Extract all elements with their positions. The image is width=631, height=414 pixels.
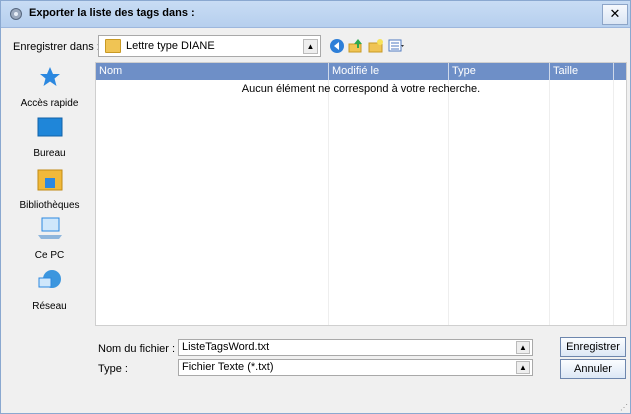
- computer-icon: [37, 217, 62, 239]
- column-divider: [613, 80, 614, 325]
- chevron-down-icon[interactable]: ▲: [303, 39, 318, 54]
- chevron-down-icon[interactable]: ▲: [516, 341, 530, 354]
- column-name-header[interactable]: Nom: [96, 63, 329, 80]
- folder-icon: [105, 39, 121, 53]
- column-header-spacer: [614, 63, 626, 80]
- column-modified-header[interactable]: Modifié le: [329, 63, 449, 80]
- column-size-header[interactable]: Taille: [550, 63, 614, 80]
- save-in-value: Lettre type DIANE: [126, 40, 215, 52]
- gear-icon: [10, 8, 22, 20]
- file-list[interactable]: Nom Modifié le Type Taille Aucun élément…: [95, 62, 627, 326]
- places-bar: Accès rapide Bureau Bibliothèques Ce PC …: [10, 59, 89, 319]
- up-folder-icon[interactable]: [348, 38, 364, 54]
- column-type-header[interactable]: Type: [449, 63, 550, 80]
- desktop-icon: [37, 117, 62, 137]
- filename-input[interactable]: ListeTagsWord.txt ▲: [178, 339, 533, 356]
- place-desktop[interactable]: Bureau: [10, 117, 89, 159]
- title-bar[interactable]: Exporter la liste des tags dans : ✕: [1, 1, 630, 28]
- save-button[interactable]: Enregistrer: [560, 337, 626, 357]
- back-icon[interactable]: [329, 38, 345, 54]
- save-in-dropdown[interactable]: Lettre type DIANE ▲: [98, 35, 321, 57]
- place-quick-access[interactable]: Accès rapide: [10, 65, 89, 109]
- star-icon: [39, 67, 60, 86]
- chevron-down-icon[interactable]: ▲: [516, 361, 530, 374]
- filename-label: Nom du fichier :: [98, 343, 176, 355]
- place-label: Ce PC: [34, 250, 65, 261]
- cancel-button[interactable]: Annuler: [560, 359, 626, 379]
- save-dialog: Exporter la liste des tags dans : ✕ Enre…: [0, 0, 631, 414]
- place-label: Bibliothèques: [19, 200, 80, 211]
- filetype-value: Fichier Texte (*.txt): [182, 361, 274, 373]
- place-label: Accès rapide: [20, 98, 79, 109]
- place-label: Bureau: [33, 148, 66, 159]
- filetype-label: Type :: [98, 363, 128, 375]
- empty-message: Aucun élément ne correspond à votre rech…: [241, 83, 481, 95]
- resize-grip-icon[interactable]: ⋰: [620, 403, 628, 412]
- column-divider: [448, 80, 449, 325]
- dialog-title: Exporter la liste des tags dans :: [29, 7, 195, 19]
- column-divider: [549, 80, 550, 325]
- column-divider: [328, 80, 329, 325]
- place-network[interactable]: Réseau: [10, 268, 89, 312]
- new-folder-icon[interactable]: [368, 38, 384, 54]
- place-this-pc[interactable]: Ce PC: [10, 217, 89, 261]
- filename-value: ListeTagsWord.txt: [182, 341, 270, 353]
- place-label: Réseau: [32, 301, 67, 312]
- view-menu-icon[interactable]: [388, 38, 404, 54]
- filetype-dropdown[interactable]: Fichier Texte (*.txt) ▲: [178, 359, 533, 376]
- close-button[interactable]: ✕: [602, 4, 628, 25]
- save-in-label: Enregistrer dans :: [13, 41, 100, 53]
- place-libraries[interactable]: Bibliothèques: [10, 167, 89, 211]
- network-icon: [38, 270, 61, 288]
- libraries-icon: [37, 169, 62, 191]
